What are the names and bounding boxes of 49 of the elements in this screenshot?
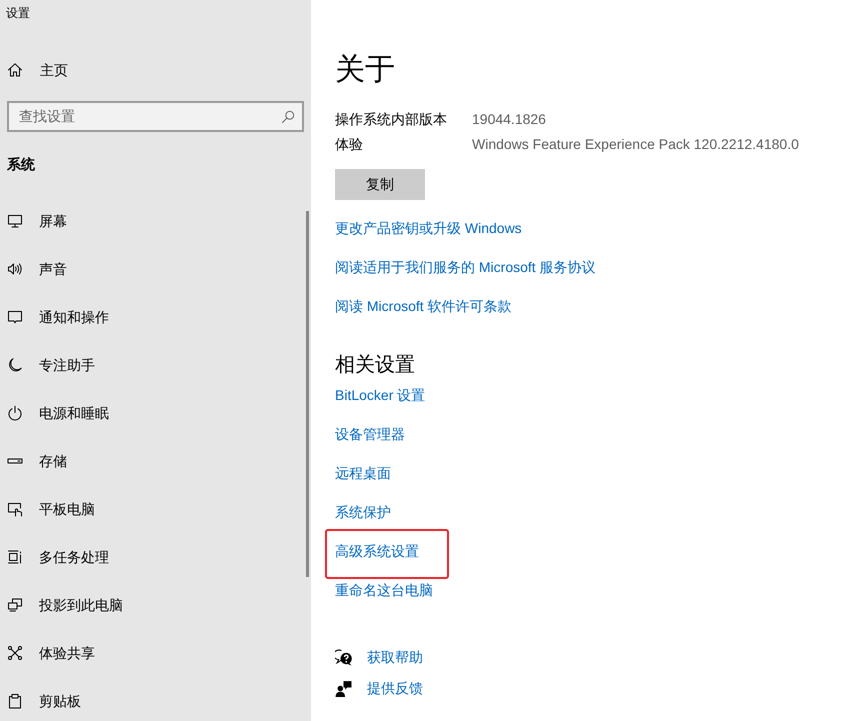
- monitor-icon: [7, 213, 23, 229]
- projector-screens-icon: [7, 597, 23, 613]
- copy-button[interactable]: 复制: [335, 169, 425, 200]
- nav-item[interactable]: 多任务处理: [0, 537, 311, 577]
- section-title: 系统: [7, 154, 35, 174]
- window-title: 设置: [6, 5, 30, 21]
- link[interactable]: 高级系统设置: [335, 541, 419, 561]
- link[interactable]: 系统保护: [335, 502, 391, 522]
- home-nav-item[interactable]: 主页: [0, 46, 311, 94]
- help-link[interactable]: 获取帮助: [335, 646, 423, 668]
- nav-item[interactable]: 通知和操作: [0, 297, 311, 337]
- tablet-touch-icon: [7, 501, 23, 517]
- link[interactable]: BitLocker 设置: [335, 385, 426, 405]
- section-heading: 相关设置: [335, 353, 415, 378]
- nav-item[interactable]: 屏幕: [0, 201, 311, 241]
- link[interactable]: 远程桌面: [335, 463, 391, 483]
- person-feedback-icon: [335, 680, 352, 696]
- spec-value: Windows Feature Experience Pack 120.2212.4180.0: [472, 135, 799, 154]
- clipboard-icon: [7, 693, 23, 709]
- power-icon: [7, 405, 23, 421]
- nav-item[interactable]: 剪贴板: [0, 681, 311, 721]
- nav-item[interactable]: 专注助手: [0, 345, 311, 385]
- spec-value: 19044.1826: [472, 110, 546, 129]
- link[interactable]: 阅读 Microsoft 软件许可条款: [335, 296, 512, 316]
- nav-item[interactable]: 声音: [0, 249, 311, 289]
- speech-bubble-icon: [7, 309, 23, 325]
- nav-item[interactable]: 存储: [0, 441, 311, 481]
- nav-item[interactable]: 电源和睡眠: [0, 393, 311, 433]
- nav-item[interactable]: 投影到此电脑: [0, 585, 311, 625]
- search-field[interactable]: 查找设置: [7, 101, 304, 132]
- nodes-icon: [7, 645, 23, 661]
- search-placeholder: 查找设置: [19, 107, 75, 126]
- help-bubbles-icon: [335, 648, 352, 666]
- spec-label: 体验: [335, 135, 364, 154]
- moon-icon: [7, 357, 23, 373]
- nav-item[interactable]: 体验共享: [0, 633, 311, 673]
- home-icon: [7, 62, 23, 78]
- link[interactable]: 更改产品密钥或升级 Windows: [335, 218, 522, 238]
- multitask-icon: [7, 549, 23, 565]
- link[interactable]: 阅读适用于我们服务的 Microsoft 服务协议: [335, 257, 596, 277]
- help-link[interactable]: 提供反馈: [335, 677, 423, 699]
- link[interactable]: 设备管理器: [335, 424, 405, 444]
- search-icon: [281, 110, 295, 124]
- spec-label: 操作系统内部版本: [335, 110, 448, 129]
- link[interactable]: 重命名这台电脑: [335, 580, 433, 600]
- scrollbar-thumb[interactable]: [306, 211, 309, 577]
- page-title: 关于: [335, 52, 395, 88]
- nav-item[interactable]: 平板电脑: [0, 489, 311, 529]
- speaker-icon: [7, 261, 23, 277]
